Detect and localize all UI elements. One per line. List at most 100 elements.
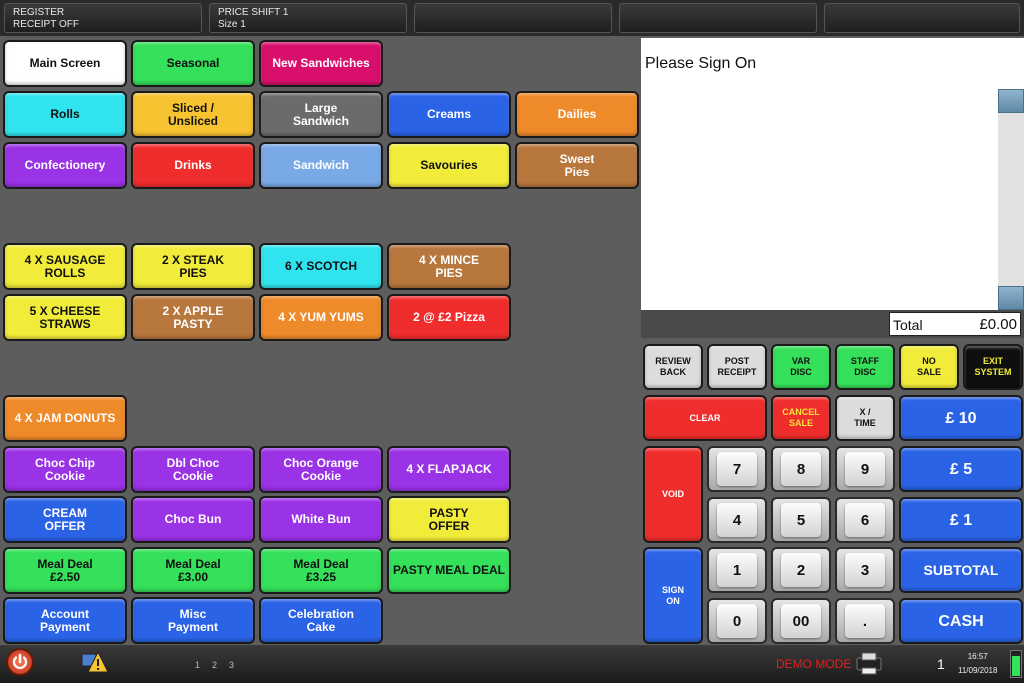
product-pasty-offer-button[interactable]: PASTY OFFER: [387, 496, 511, 543]
keypad-7[interactable]: 7: [707, 446, 767, 492]
power-icon[interactable]: [6, 648, 34, 676]
category-new-sandwiches-button[interactable]: New Sandwiches: [259, 40, 383, 87]
keypad-3[interactable]: 3: [835, 547, 895, 593]
product-cheese-straws-button[interactable]: 5 X CHEESE STRAWS: [3, 294, 127, 341]
celebration-cake-button[interactable]: Celebration Cake: [259, 597, 383, 644]
key-label: 5: [781, 503, 821, 537]
category-large-sandwich-button[interactable]: Large Sandwich: [259, 91, 383, 138]
button-label: Misc Payment: [167, 606, 219, 634]
keypad-6[interactable]: 6: [835, 497, 895, 543]
cash-button[interactable]: CASH: [899, 598, 1023, 644]
exit-system-button[interactable]: EXIT SYSTEM: [963, 344, 1023, 390]
x-time-button[interactable]: X / TIME: [835, 395, 895, 441]
category-savouries-button[interactable]: Savouries: [387, 142, 511, 189]
keypad-9[interactable]: 9: [835, 446, 895, 492]
account-payment-button[interactable]: Account Payment: [3, 597, 127, 644]
button-label: 4 X MINCE PIES: [418, 252, 479, 280]
category-creams-button[interactable]: Creams: [387, 91, 511, 138]
sign-on-button[interactable]: SIGN ON: [643, 547, 703, 644]
keypad-5[interactable]: 5: [771, 497, 831, 543]
product-steak-pies-button[interactable]: 2 X STEAK PIES: [131, 243, 255, 290]
button-label: 4 X SAUSAGE ROLLS: [24, 252, 106, 280]
receipt-scrollbar[interactable]: [998, 89, 1024, 310]
keypad-4[interactable]: 4: [707, 497, 767, 543]
category-dailies-button[interactable]: Dailies: [515, 91, 639, 138]
category-seasonal-button[interactable]: Seasonal: [131, 40, 255, 87]
button-label: Savouries: [420, 158, 478, 172]
keypad-2[interactable]: 2: [771, 547, 831, 593]
product-meal-deal-300-button[interactable]: Meal Deal £3.00: [131, 547, 255, 594]
button-label: Choc Orange Cookie: [283, 455, 359, 483]
button-label: CREAM OFFER: [43, 505, 87, 533]
keypad-1[interactable]: 1: [707, 547, 767, 593]
category-sandwich-button[interactable]: Sandwich: [259, 142, 383, 189]
button-label: PASTY MEAL DEAL: [392, 563, 505, 577]
misc-payment-button[interactable]: Misc Payment: [131, 597, 255, 644]
product-choc-chip-cookie-button[interactable]: Choc Chip Cookie: [3, 446, 127, 493]
size-label: Size 1: [218, 19, 246, 30]
ten-pound-button[interactable]: £ 10: [899, 395, 1023, 441]
review-back-button[interactable]: REVIEW BACK: [643, 344, 703, 390]
clear-button[interactable]: CLEAR: [643, 395, 767, 441]
product-sausage-rolls-button[interactable]: 4 X SAUSAGE ROLLS: [3, 243, 127, 290]
key-label: 3: [845, 553, 885, 587]
scroll-down-button[interactable]: [998, 286, 1024, 310]
button-label: 2 @ £2 Pizza: [413, 310, 485, 324]
product-jam-donuts-button[interactable]: 4 X JAM DONUTS: [3, 395, 127, 442]
keypad-8[interactable]: 8: [771, 446, 831, 492]
product-choc-orange-cookie-button[interactable]: Choc Orange Cookie: [259, 446, 383, 493]
category-sliced-unsliced-button[interactable]: Sliced / Unsliced: [131, 91, 255, 138]
var-disc-button[interactable]: VAR DISC: [771, 344, 831, 390]
post-receipt-button[interactable]: POST RECEIPT: [707, 344, 767, 390]
page-3-link[interactable]: 3: [229, 660, 234, 670]
button-label: 4 X YUM YUMS: [278, 310, 364, 324]
product-scotch-button[interactable]: 6 X SCOTCH: [259, 243, 383, 290]
receipt-list[interactable]: [641, 89, 998, 310]
product-yum-yums-button[interactable]: 4 X YUM YUMS: [259, 294, 383, 341]
void-button[interactable]: VOID: [643, 446, 703, 543]
button-label: Dbl Choc Cookie: [166, 455, 220, 483]
category-sweet-pies-button[interactable]: Sweet Pies: [515, 142, 639, 189]
product-choc-bun-button[interactable]: Choc Bun: [131, 496, 255, 543]
staff-disc-button[interactable]: STAFF DISC: [835, 344, 895, 390]
keypad-0[interactable]: 0: [707, 598, 767, 644]
product-flapjack-button[interactable]: 4 X FLAPJACK: [387, 446, 511, 493]
keypad-00[interactable]: 00: [771, 598, 831, 644]
button-label: Choc Chip Cookie: [35, 455, 95, 483]
category-main-screen-button[interactable]: Main Screen: [3, 40, 127, 87]
button-label: Seasonal: [166, 56, 220, 70]
button-label: £ 5: [949, 460, 973, 478]
one-pound-button[interactable]: £ 1: [899, 497, 1023, 543]
key-label: 8: [781, 452, 821, 486]
subtotal-button[interactable]: SUBTOTAL: [899, 547, 1023, 593]
button-label: 2 X APPLE PASTY: [162, 303, 224, 331]
five-pound-button[interactable]: £ 5: [899, 446, 1023, 492]
page-1-link[interactable]: 1: [195, 660, 200, 670]
network-warning-icon[interactable]: [80, 648, 110, 676]
button-label: SIGN ON: [661, 584, 684, 606]
no-sale-button[interactable]: NO SALE: [899, 344, 959, 390]
product-pizza-button[interactable]: 2 @ £2 Pizza: [387, 294, 511, 341]
status-slot-3: [414, 3, 612, 33]
category-rolls-button[interactable]: Rolls: [3, 91, 127, 138]
category-drinks-button[interactable]: Drinks: [131, 142, 255, 189]
register-status: REGISTER RECEIPT OFF: [4, 3, 202, 33]
product-dbl-choc-cookie-button[interactable]: Dbl Choc Cookie: [131, 446, 255, 493]
product-meal-deal-250-button[interactable]: Meal Deal £2.50: [3, 547, 127, 594]
category-confectionery-button[interactable]: Confectionery: [3, 142, 127, 189]
sign-on-prompt: Please Sign On: [641, 38, 1024, 89]
product-mince-pies-button[interactable]: 4 X MINCE PIES: [387, 243, 511, 290]
cancel-sale-button[interactable]: CANCEL SALE: [771, 395, 831, 441]
product-apple-pasty-button[interactable]: 2 X APPLE PASTY: [131, 294, 255, 341]
product-pasty-meal-deal-button[interactable]: PASTY MEAL DEAL: [387, 547, 511, 594]
product-meal-deal-325-button[interactable]: Meal Deal £3.25: [259, 547, 383, 594]
button-label: STAFF DISC: [850, 356, 880, 377]
scroll-up-button[interactable]: [998, 89, 1024, 113]
product-white-bun-button[interactable]: White Bun: [259, 496, 383, 543]
keypad-decimal[interactable]: .: [835, 598, 895, 644]
button-label: CLEAR: [689, 412, 721, 423]
product-cream-offer-button[interactable]: CREAM OFFER: [3, 496, 127, 543]
page-2-link[interactable]: 2: [212, 660, 217, 670]
button-label: Account Payment: [39, 606, 91, 634]
clock: 16:57 11/09/2018: [958, 650, 997, 678]
